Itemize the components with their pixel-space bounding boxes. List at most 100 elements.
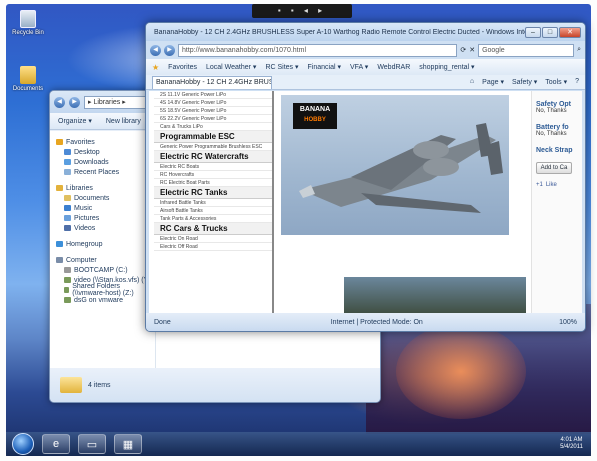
nav-label: Computer (66, 256, 97, 264)
documents-folder-icon (20, 66, 36, 84)
category-link[interactable]: Infrared Battle Tanks (154, 199, 272, 207)
category-list: 2S 11.1V Generic Power LiPo 4S 14.8V Gene… (154, 91, 274, 313)
search-icon[interactable]: ⌕ (577, 46, 581, 54)
favorites-link[interactable]: RC Sites ▾ (265, 63, 298, 71)
category-link[interactable]: Airsoft Battle Tanks (154, 207, 272, 215)
category-link[interactable]: Electric Off Road (154, 243, 272, 251)
desktop-icon-documents[interactable]: Documents (8, 66, 48, 93)
favorites-link[interactable]: VFA ▾ (350, 63, 368, 71)
nav-label: Videos (74, 224, 96, 232)
taskbar-window-icon[interactable]: ▦ (114, 434, 142, 454)
category-heading[interactable]: Electric RC Tanks (154, 187, 272, 199)
nav-videos[interactable]: Videos (56, 223, 155, 233)
navigation-pane: Favorites Desktop Downloads Recent Place… (50, 131, 155, 368)
nav-computer[interactable]: Computer (56, 255, 155, 265)
category-link[interactable]: 6S 22.2V Generic Power LiPo (154, 115, 272, 123)
clock-time: 4:01 AM (560, 437, 583, 443)
nav-homegroup[interactable]: Homegroup (56, 239, 155, 249)
start-button[interactable] (12, 433, 34, 455)
nav-label: Documents (74, 194, 110, 202)
neck-strap-label: Neck Strap (536, 147, 573, 154)
zoom-level[interactable]: 100% (559, 319, 577, 326)
nav-label: Shared Folders (\\vmware-host) (Z:) (72, 283, 134, 297)
taskbar-ie-icon[interactable]: e (42, 434, 70, 454)
refresh-icon[interactable]: ⟳ (460, 46, 466, 54)
back-icon[interactable]: ◀ (54, 96, 65, 108)
search-box[interactable]: Google (478, 43, 575, 57)
favorites-button[interactable]: Favorites (168, 64, 197, 71)
nav-favorites[interactable]: Favorites (56, 137, 155, 147)
battery-option-value[interactable]: No, Thanks (536, 131, 582, 137)
battery-option-label: Battery fo (536, 124, 569, 131)
favorites-link[interactable]: WebdRAR (377, 64, 410, 71)
category-link[interactable]: 2S 11.1V Generic Power LiPo (154, 91, 272, 99)
nav-music[interactable]: Music (56, 203, 155, 213)
browser-title-bar[interactable]: BananaHobby - 12 CH 2.4GHz BRUSHLESS Sup… (146, 23, 585, 41)
nav-desktop[interactable]: Desktop (56, 147, 155, 157)
safety-menu[interactable]: Safety ▾ (512, 78, 537, 86)
libraries-icon (56, 185, 63, 191)
nav-libraries[interactable]: Libraries (56, 183, 155, 193)
category-link[interactable]: Generic Power Programmable Brushless ESC (154, 143, 272, 151)
organize-button[interactable]: Organize ▾ (58, 117, 92, 125)
a10-jet-illustration (299, 123, 503, 213)
security-zone[interactable]: Internet | Protected Mode: On (331, 319, 423, 326)
nav-label: Homegroup (66, 240, 103, 248)
maximize-button[interactable]: □ (542, 26, 558, 38)
recycle-bin-icon (20, 10, 36, 28)
tools-menu[interactable]: Tools ▾ (545, 78, 567, 86)
nav-drive[interactable]: BOOTCAMP (C:) (56, 265, 155, 275)
tab-bananahobby[interactable]: BananaHobby - 12 CH 2.4GHz BRUSHLESS Sup… (152, 75, 272, 89)
system-clock[interactable]: 4:01 AM 5/4/2011 (560, 437, 583, 451)
favorites-link[interactable]: Local Weather ▾ (206, 63, 256, 71)
minimize-button[interactable]: – (525, 26, 541, 38)
add-to-cart-button[interactable]: Add to Ca (536, 162, 572, 174)
favorites-star-icon[interactable]: ★ (152, 63, 159, 72)
nav-label: Desktop (74, 148, 100, 156)
safety-option-label: Safety Opt (536, 101, 572, 108)
desktop-icon-label: Documents (12, 86, 44, 92)
category-link[interactable]: RC Electric Boat Parts (154, 179, 272, 187)
explorer-status-bar: 4 items (50, 368, 380, 402)
category-heading[interactable]: RC Cars & Trucks (154, 223, 272, 235)
category-link[interactable]: Electric On Road (154, 235, 272, 243)
item-count: 4 items (88, 381, 111, 389)
category-heading[interactable]: Electric RC Watercrafts (154, 151, 272, 163)
category-link[interactable]: Cars & Trucks LiPo (154, 123, 272, 131)
category-heading[interactable]: Programmable ESC (154, 131, 272, 143)
secondary-image[interactable] (344, 277, 526, 313)
favorites-link[interactable]: Financial ▾ (308, 63, 341, 71)
back-icon[interactable]: ◀ (150, 44, 161, 56)
browser-window[interactable]: BananaHobby - 12 CH 2.4GHz BRUSHLESS Sup… (145, 22, 586, 332)
stop-icon[interactable]: ✕ (469, 46, 475, 54)
taskbar-folder-icon[interactable]: ▭ (78, 434, 106, 454)
category-link[interactable]: 5S 18.5V Generic Power LiPo (154, 107, 272, 115)
forward-icon[interactable]: ▶ (164, 44, 175, 56)
close-button[interactable]: ✕ (559, 26, 581, 38)
category-link[interactable]: Tank Parts & Accessories (154, 215, 272, 223)
new-library-button[interactable]: New library (106, 118, 141, 125)
clock-date: 5/4/2011 (560, 444, 583, 450)
forward-icon[interactable]: ▶ (69, 96, 80, 108)
home-icon[interactable]: ⌂ (470, 78, 474, 86)
page-menu[interactable]: Page ▾ (482, 78, 504, 86)
help-icon[interactable]: ? (575, 78, 579, 86)
nav-label: Favorites (66, 138, 95, 146)
address-bar[interactable]: http://www.bananahobby.com/1070.html (178, 43, 458, 57)
nav-documents[interactable]: Documents (56, 193, 155, 203)
category-link[interactable]: 4S 14.8V Generic Power LiPo (154, 99, 272, 107)
category-link[interactable]: RC Hovercrafts (154, 171, 272, 179)
like-button[interactable]: Like (546, 182, 557, 188)
nav-recent-places[interactable]: Recent Places (56, 167, 155, 177)
nav-downloads[interactable]: Downloads (56, 157, 155, 167)
nav-pictures[interactable]: Pictures (56, 213, 155, 223)
safety-option-value[interactable]: No, Thanks (536, 108, 582, 114)
product-options: Safety Opt No, Thanks Battery fo No, Tha… (531, 91, 582, 313)
desktop-icon-recycle-bin[interactable]: Recycle Bin (8, 10, 48, 37)
category-link[interactable]: Electric RC Boats (154, 163, 272, 171)
nav-drive[interactable]: Shared Folders (\\vmware-host) (Z:) (56, 283, 155, 297)
camera-notch: ▪ ▪ ◂ ▸ (252, 4, 352, 18)
product-image[interactable]: BANANA HOBBY (281, 95, 509, 235)
google-plus-button[interactable]: +1 (536, 182, 543, 188)
favorites-link[interactable]: shopping_rental ▾ (419, 63, 474, 71)
